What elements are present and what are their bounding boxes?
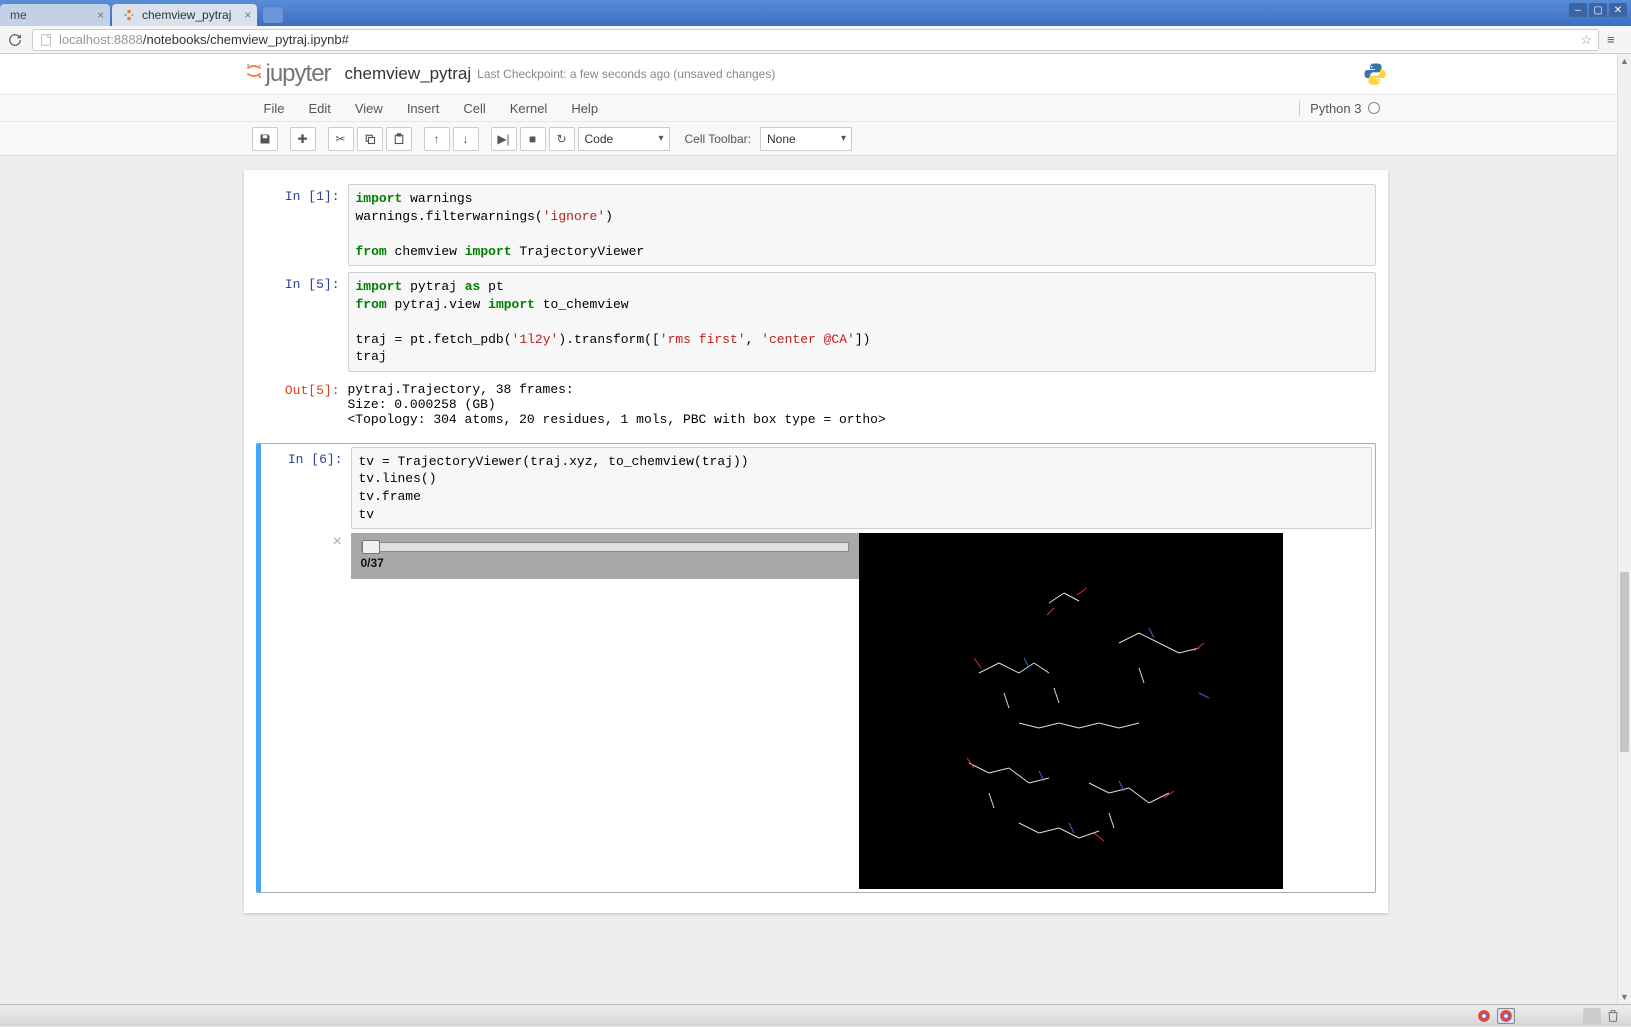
jupyter-menubar: File Edit View Insert Cell Kernel Help P… [0,94,1631,122]
frame-label: 0/37 [361,556,849,570]
browser-tab-active[interactable]: chemview_pytraj × [112,4,257,26]
restart-button[interactable]: ↻ [549,127,575,151]
frame-slider-panel: 0/37 [351,533,859,579]
move-down-button[interactable]: ↓ [453,127,479,151]
chrome-taskbar-icon[interactable] [1475,1008,1493,1024]
jupyter-header: jupyter chemview_pytraj Last Checkpoint:… [0,54,1631,94]
kernel-indicator: Python 3 [1299,101,1379,116]
tab-title: chemview_pytraj [142,8,231,22]
menu-kernel[interactable]: Kernel [498,97,560,120]
chrome-taskbar-icon-active[interactable] [1497,1008,1515,1024]
browser-titlebar: me × chemview_pytraj × – ▢ ✕ [0,0,1631,26]
menu-view[interactable]: View [343,97,395,120]
menu-insert[interactable]: Insert [395,97,452,120]
code-input[interactable]: import pytraj as pt from pytraj.view imp… [348,272,1376,372]
scroll-up-icon[interactable]: ▲ [1618,54,1631,68]
os-taskbar [0,1004,1631,1026]
copy-button[interactable] [357,127,383,151]
save-button[interactable] [252,127,278,151]
input-prompt: In [6]: [264,447,351,889]
code-cell[interactable]: In [1]: import warnings warnings.filterw… [256,184,1376,266]
jupyter-logo-text: jupyter [266,60,331,88]
tray-icon[interactable] [1583,1008,1601,1024]
trash-icon[interactable] [1605,1008,1623,1024]
widget-output: × 0/37 [351,533,1372,889]
slider-thumb[interactable] [362,540,380,554]
output-text: pytraj.Trajectory, 38 frames: Size: 0.00… [348,378,1376,437]
cell-toolbar-select[interactable]: None [760,127,852,151]
cell-type-select[interactable]: Code [578,127,670,151]
browser-menu-button[interactable]: ≡ [1607,32,1625,47]
url-path: /notebooks/chemview_pytraj.ipynb# [143,32,349,47]
browser-tabs: me × chemview_pytraj × [0,0,283,26]
run-button[interactable]: ▶| [491,127,517,151]
reload-button[interactable] [6,31,24,49]
notebook-name[interactable]: chemview_pytraj [345,64,472,84]
python-logo-icon [1362,61,1388,87]
code-cell-selected[interactable]: In [6]: tv = TrajectoryViewer(traj.xyz, … [256,443,1376,893]
browser-address-bar: localhost:8888/notebooks/chemview_pytraj… [0,26,1631,54]
url-host: localhost:8888 [59,32,143,47]
jupyter-logo[interactable]: jupyter [244,60,331,88]
code-input[interactable]: import warnings warnings.filterwarnings(… [348,184,1376,266]
new-tab-button[interactable] [263,7,283,23]
url-input[interactable]: localhost:8888/notebooks/chemview_pytraj… [32,29,1599,51]
scroll-down-icon[interactable]: ▼ [1618,990,1631,1004]
frame-slider[interactable] [361,542,849,552]
move-up-button[interactable]: ↑ [424,127,450,151]
close-icon[interactable]: × [97,8,104,22]
maximize-button[interactable]: ▢ [1589,3,1607,17]
close-icon[interactable]: × [244,8,251,22]
bookmark-star-icon[interactable]: ☆ [1580,32,1592,48]
molecule-viewer[interactable] [859,533,1283,889]
input-prompt: In [1]: [256,184,348,266]
insert-cell-button[interactable]: ✚ [290,127,316,151]
interrupt-button[interactable]: ■ [520,127,546,151]
input-prompt: In [5]: [256,272,348,372]
menu-cell[interactable]: Cell [451,97,497,120]
output-prompt: Out[5]: [256,378,348,437]
page-content: jupyter chemview_pytraj Last Checkpoint:… [0,54,1631,1004]
checkpoint-text: Last Checkpoint: a few seconds ago (unsa… [477,67,775,81]
close-widget-icon[interactable]: × [333,533,342,551]
page-icon [39,33,53,47]
tab-title: me [10,8,27,22]
jupyter-toolbar: ✚ ✂ ↑ ↓ ▶| ■ ↻ Code Cell Toolbar: None [0,122,1631,156]
menu-file[interactable]: File [252,97,297,120]
jupyter-orbit-icon [244,61,264,87]
browser-tab-inactive[interactable]: me × [0,4,110,26]
cell-toolbar-label: Cell Toolbar: [685,132,751,146]
jupyter-favicon [122,8,136,22]
menu-edit[interactable]: Edit [296,97,342,120]
code-input[interactable]: tv = TrajectoryViewer(traj.xyz, to_chemv… [351,447,1372,529]
scrollbar-thumb[interactable] [1620,572,1629,752]
minimize-button[interactable]: – [1569,3,1587,17]
kernel-name: Python 3 [1310,101,1361,116]
notebook-container: In [1]: import warnings warnings.filterw… [244,170,1388,913]
code-cell[interactable]: In [5]: import pytraj as pt from pytraj.… [256,272,1376,372]
output-cell: Out[5]: pytraj.Trajectory, 38 frames: Si… [256,378,1376,437]
cut-button[interactable]: ✂ [328,127,354,151]
kernel-status-icon[interactable] [1368,102,1380,114]
notebook-area[interactable]: In [1]: import warnings warnings.filterw… [0,156,1631,1004]
menu-help[interactable]: Help [559,97,610,120]
page-scrollbar[interactable]: ▲ ▼ [1617,54,1631,1004]
window-close-button[interactable]: ✕ [1609,3,1627,17]
paste-button[interactable] [386,127,412,151]
